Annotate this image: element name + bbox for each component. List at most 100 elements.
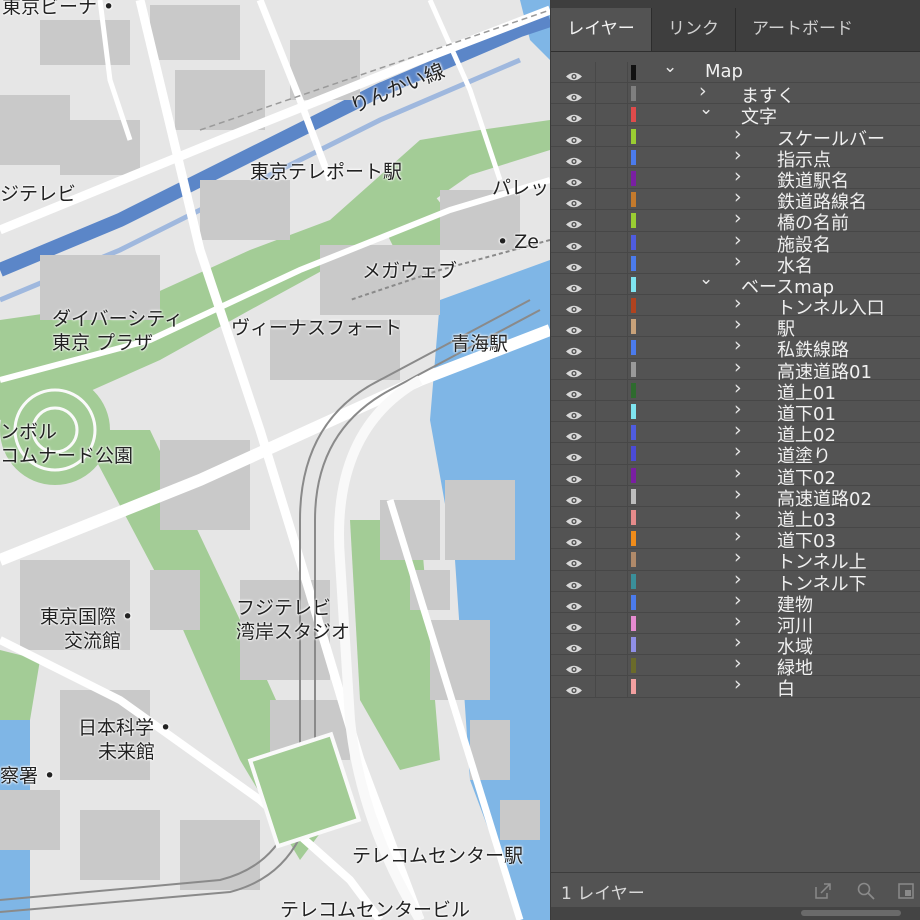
chevron-down-icon[interactable]: ⌄ bbox=[699, 269, 713, 289]
chevron-right-icon[interactable]: › bbox=[734, 123, 742, 145]
lock-toggle[interactable] bbox=[595, 443, 596, 464]
lock-toggle[interactable] bbox=[595, 485, 596, 506]
chevron-right-icon[interactable]: › bbox=[734, 631, 742, 653]
chevron-right-icon[interactable]: › bbox=[734, 419, 742, 441]
visibility-eye-icon[interactable] bbox=[565, 406, 583, 420]
visibility-eye-icon[interactable] bbox=[565, 448, 583, 462]
lock-toggle[interactable] bbox=[595, 401, 596, 422]
chevron-right-icon[interactable]: › bbox=[734, 483, 742, 505]
visibility-eye-icon[interactable] bbox=[565, 427, 583, 441]
layer-row[interactable]: ⌄ Map bbox=[551, 57, 920, 84]
lock-toggle[interactable] bbox=[595, 83, 596, 104]
lock-toggle[interactable] bbox=[595, 570, 596, 591]
chevron-right-icon[interactable]: › bbox=[734, 144, 742, 166]
chevron-right-icon[interactable]: › bbox=[734, 610, 742, 632]
visibility-eye-icon[interactable] bbox=[565, 173, 583, 187]
visibility-eye-icon[interactable] bbox=[565, 237, 583, 250]
lock-toggle[interactable] bbox=[595, 591, 596, 612]
horizontal-scrollbar[interactable] bbox=[551, 907, 920, 920]
chevron-right-icon[interactable]: › bbox=[734, 652, 742, 674]
visibility-eye-icon[interactable] bbox=[565, 533, 583, 547]
search-icon[interactable] bbox=[856, 881, 876, 901]
lock-toggle[interactable] bbox=[595, 316, 596, 337]
tab-links[interactable]: リンク bbox=[651, 8, 735, 51]
visibility-eye-icon[interactable] bbox=[565, 364, 583, 377]
lock-toggle[interactable] bbox=[595, 104, 596, 125]
lock-toggle[interactable] bbox=[595, 231, 596, 252]
chevron-right-icon[interactable]: › bbox=[734, 398, 742, 420]
chevron-down-icon[interactable]: ⌄ bbox=[663, 57, 677, 77]
chevron-right-icon[interactable]: › bbox=[734, 313, 742, 335]
chevron-right-icon[interactable]: › bbox=[734, 546, 742, 568]
visibility-eye-icon[interactable] bbox=[565, 279, 583, 293]
visibility-eye-icon[interactable] bbox=[565, 194, 583, 208]
visibility-eye-icon[interactable] bbox=[565, 109, 583, 123]
visibility-eye-icon[interactable] bbox=[565, 639, 583, 653]
chevron-right-icon[interactable]: › bbox=[734, 462, 742, 484]
chevron-right-icon[interactable]: › bbox=[734, 250, 742, 272]
lock-toggle[interactable] bbox=[595, 379, 596, 400]
layer-row[interactable]: › ますく bbox=[551, 80, 920, 107]
visibility-eye-icon[interactable] bbox=[565, 554, 583, 568]
chevron-right-icon[interactable]: › bbox=[734, 229, 742, 251]
visibility-eye-icon[interactable] bbox=[565, 67, 583, 81]
visibility-eye-icon[interactable] bbox=[565, 660, 583, 674]
visibility-eye-icon[interactable] bbox=[565, 131, 583, 144]
tab-artboards[interactable]: アートボード bbox=[735, 8, 869, 51]
visibility-eye-icon[interactable] bbox=[565, 576, 583, 589]
chevron-right-icon[interactable]: › bbox=[734, 673, 742, 695]
map-canvas[interactable]: 東京ビーナ • りんかい線 ジテレビ 東京テレポート駅 パレッ • Ze メガウ… bbox=[0, 0, 550, 920]
chevron-right-icon[interactable]: › bbox=[734, 334, 742, 356]
chevron-right-icon[interactable]: › bbox=[734, 589, 742, 611]
chevron-down-icon[interactable]: ⌄ bbox=[699, 99, 713, 119]
visibility-eye-icon[interactable] bbox=[565, 385, 583, 399]
chevron-right-icon[interactable]: › bbox=[734, 504, 742, 526]
visibility-eye-icon[interactable] bbox=[565, 618, 583, 632]
lock-toggle[interactable] bbox=[595, 273, 596, 295]
layer-row[interactable]: › 白 bbox=[551, 673, 920, 700]
visibility-eye-icon[interactable] bbox=[565, 321, 583, 335]
chevron-right-icon[interactable]: › bbox=[734, 568, 742, 590]
export-icon[interactable] bbox=[813, 881, 833, 901]
chevron-right-icon[interactable]: › bbox=[734, 440, 742, 462]
chevron-right-icon[interactable]: › bbox=[734, 356, 742, 378]
chevron-right-icon[interactable]: › bbox=[734, 186, 742, 208]
lock-toggle[interactable] bbox=[595, 422, 596, 443]
lock-toggle[interactable] bbox=[595, 506, 596, 528]
lock-toggle[interactable] bbox=[595, 655, 596, 676]
lock-toggle[interactable] bbox=[595, 612, 596, 634]
lock-toggle[interactable] bbox=[595, 337, 596, 358]
new-layer-icon[interactable] bbox=[896, 881, 916, 901]
lock-toggle[interactable] bbox=[595, 125, 596, 146]
lock-toggle[interactable] bbox=[595, 62, 596, 83]
lock-toggle[interactable] bbox=[595, 189, 596, 210]
visibility-eye-icon[interactable] bbox=[565, 681, 583, 695]
layer-row[interactable]: › 水名 bbox=[551, 250, 920, 277]
chevron-right-icon[interactable]: › bbox=[734, 165, 742, 187]
visibility-eye-icon[interactable] bbox=[565, 88, 583, 102]
chevron-right-icon[interactable]: › bbox=[734, 207, 742, 229]
visibility-eye-icon[interactable] bbox=[565, 342, 583, 356]
scrollbar-thumb[interactable] bbox=[801, 910, 901, 916]
layer-name[interactable]: Map bbox=[705, 61, 743, 82]
lock-toggle[interactable] bbox=[595, 528, 596, 549]
lock-toggle[interactable] bbox=[595, 464, 596, 485]
chevron-right-icon[interactable]: › bbox=[734, 292, 742, 314]
visibility-eye-icon[interactable] bbox=[565, 300, 583, 314]
chevron-right-icon[interactable]: › bbox=[734, 377, 742, 399]
lock-toggle[interactable] bbox=[595, 295, 596, 316]
visibility-eye-icon[interactable] bbox=[565, 512, 583, 526]
lock-toggle[interactable] bbox=[595, 210, 596, 231]
chevron-right-icon[interactable]: › bbox=[734, 525, 742, 547]
lock-toggle[interactable] bbox=[595, 252, 596, 273]
visibility-eye-icon[interactable] bbox=[565, 597, 583, 610]
visibility-eye-icon[interactable] bbox=[565, 491, 583, 504]
visibility-eye-icon[interactable] bbox=[565, 152, 583, 165]
lock-toggle[interactable] bbox=[595, 358, 596, 379]
lock-toggle[interactable] bbox=[595, 549, 596, 570]
visibility-eye-icon[interactable] bbox=[565, 470, 583, 483]
tab-layers[interactable]: レイヤー bbox=[551, 8, 651, 51]
lock-toggle[interactable] bbox=[595, 146, 596, 167]
lock-toggle[interactable] bbox=[595, 676, 596, 697]
lock-toggle[interactable] bbox=[595, 167, 596, 189]
